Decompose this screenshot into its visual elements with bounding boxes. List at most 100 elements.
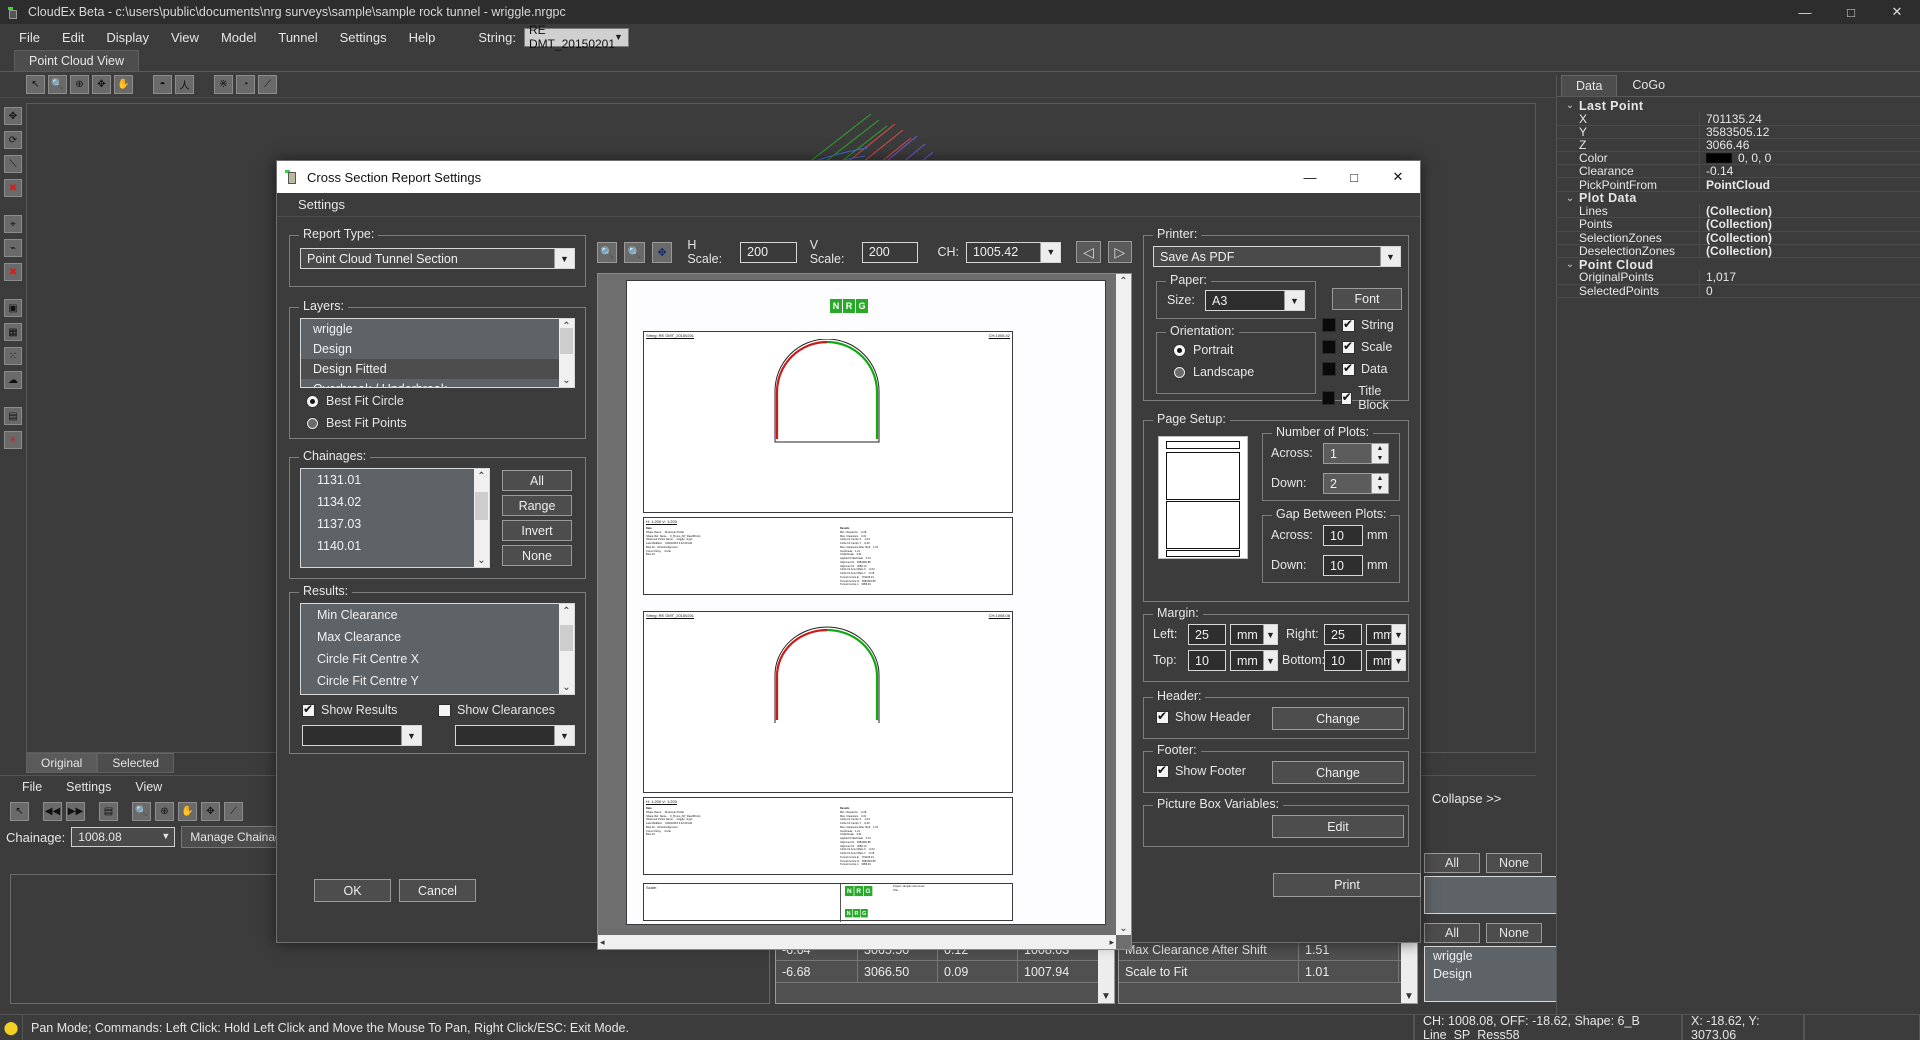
menu-file[interactable]: File <box>8 27 51 48</box>
list-item-overbreak-underbreak[interactable]: Overbreak / Underbreak <box>301 379 574 387</box>
chainages-range-button[interactable]: Range <box>502 495 572 516</box>
dialog-maximize-button[interactable]: □ <box>1332 161 1376 193</box>
scroll-down-icon[interactable]: ⌄ <box>562 373 570 387</box>
chevron-down-icon[interactable]: ⌄ <box>1561 193 1579 204</box>
margin-left-input[interactable]: 25 <box>1188 624 1226 645</box>
next-chainage-button[interactable]: ▷ <box>1107 241 1132 263</box>
dialog-menu-settings[interactable]: Settings <box>287 194 356 215</box>
cancel-button[interactable]: Cancel <box>399 879 476 902</box>
show-footer-checkbox[interactable]: Show Footer <box>1156 763 1246 778</box>
tab-data[interactable]: Data <box>1561 75 1618 96</box>
tab-selected[interactable]: Selected <box>97 753 175 773</box>
zoom-fit-icon[interactable]: ✥ <box>201 801 220 821</box>
stepper-buttons[interactable]: ▲ ▼ <box>1371 444 1388 463</box>
gap-across-input[interactable]: 10 <box>1323 525 1363 546</box>
bottom-menu-settings[interactable]: Settings <box>54 778 123 796</box>
close-button[interactable]: ✕ <box>1874 0 1920 24</box>
best-fit-points-radio[interactable]: Best Fit Points <box>306 416 407 430</box>
minimize-button[interactable]: — <box>1782 0 1828 24</box>
report-preview-pane[interactable]: N R G String: RE DMT_20150201 CH:1005.42 <box>597 273 1132 950</box>
scroll-down-icon[interactable]: ▼ <box>1101 989 1111 1003</box>
title-block-color-swatch[interactable] <box>1322 391 1335 405</box>
results-combo-left[interactable]: ▼ <box>302 725 422 746</box>
tunnel-icon[interactable]: ◓ <box>153 75 172 94</box>
menu-model[interactable]: Model <box>210 27 267 48</box>
scroll-down-icon[interactable]: ⌄ <box>1119 921 1127 935</box>
pan-hand-icon[interactable]: ✋ <box>114 75 133 94</box>
margin-top-unit-combo[interactable]: mm ▼ <box>1230 650 1278 671</box>
scale-checkbox[interactable]: Scale <box>1342 339 1392 354</box>
dialog-close-button[interactable]: ✕ <box>1376 161 1420 193</box>
chevron-down-icon[interactable]: ▼ <box>1284 291 1304 310</box>
chainages-invert-button[interactable]: Invert <box>502 520 572 541</box>
property-row-points[interactable]: Points (Collection) <box>1557 217 1920 232</box>
menu-display[interactable]: Display <box>95 27 160 48</box>
tool-trim-icon[interactable]: ⌁ <box>4 239 22 257</box>
chevron-down-icon[interactable]: ▼ <box>1040 242 1061 262</box>
tool-mesh-icon[interactable]: ▤ <box>4 407 22 425</box>
zoom-in-icon[interactable]: 🔍 <box>597 241 618 263</box>
prev-chainage-icon[interactable]: ◀◀ <box>43 801 62 821</box>
list-item-chainage-1[interactable]: 1131.01 <box>301 469 489 491</box>
chevron-down-icon[interactable]: ▼ <box>1391 651 1405 670</box>
table-row[interactable]: -6.68 3066.50 0.09 1007.94 <box>776 960 1114 983</box>
zoom-out-icon[interactable]: 🔍 <box>132 801 151 821</box>
chevron-down-icon[interactable]: ▼ <box>1263 625 1277 644</box>
font-button[interactable]: Font <box>1332 288 1402 310</box>
tool-cloud-icon[interactable]: ☁ <box>4 371 22 389</box>
show-header-checkbox[interactable]: Show Header <box>1156 709 1251 724</box>
chainages-listbox[interactable]: 1131.01 1134.02 1137.03 1140.01 ⌃ ⌄ <box>300 468 490 568</box>
property-row-originalpoints[interactable]: OriginalPoints 1,017 <box>1557 270 1920 285</box>
results-listbox[interactable]: Min Clearance Max Clearance Circle Fit C… <box>300 603 575 695</box>
property-row-deselectionzones[interactable]: DeselectionZones (Collection) <box>1557 243 1920 258</box>
maximize-button[interactable]: □ <box>1828 0 1874 24</box>
measure-icon[interactable]: ⟋ <box>258 75 277 94</box>
tool-pick-icon[interactable]: ⌖ <box>4 215 22 233</box>
gap-down-input[interactable]: 10 <box>1323 555 1363 576</box>
plots-across-stepper[interactable]: 1 ▲ ▼ <box>1323 443 1389 464</box>
scale-color-swatch[interactable] <box>1322 340 1336 354</box>
string-color-swatch[interactable] <box>1322 318 1336 332</box>
plots-down-stepper[interactable]: 2 ▲ ▼ <box>1323 473 1389 494</box>
zoom-vertical-icon[interactable]: ⊕ <box>155 801 174 821</box>
property-row-z[interactable]: Z 3066.46 <box>1557 137 1920 153</box>
scroll-up-icon[interactable]: ⌃ <box>477 469 485 483</box>
margin-left-unit-combo[interactable]: mm ▼ <box>1230 624 1278 645</box>
layers-scrollbar[interactable]: ⌃ ⌄ <box>559 319 574 387</box>
select-arrow-icon[interactable]: ↖ <box>26 75 45 94</box>
chevron-down-icon[interactable]: ▼ <box>554 726 574 745</box>
chainages-none-button[interactable]: None <box>502 545 572 566</box>
show-clearances-checkbox[interactable]: Show Clearances <box>438 703 555 717</box>
scroll-up-icon[interactable]: ⌃ <box>1119 274 1127 288</box>
ch-combo[interactable]: 1005.42 ▼ <box>965 241 1062 263</box>
h-scale-input[interactable]: 200 <box>740 241 797 263</box>
menu-help[interactable]: Help <box>398 27 447 48</box>
layers-all-button-top[interactable]: All <box>1424 853 1480 873</box>
landscape-radio[interactable]: Landscape <box>1173 365 1254 379</box>
list-item-chainage-2[interactable]: 1134.02 <box>301 491 489 513</box>
dialog-minimize-button[interactable]: — <box>1288 161 1332 193</box>
bottom-select-icon[interactable]: ↖ <box>10 801 29 821</box>
collapse-button[interactable]: Collapse >> <box>1432 791 1501 806</box>
printer-combo[interactable]: Save As PDF ▼ <box>1153 246 1401 267</box>
property-row-lines[interactable]: Lines (Collection) <box>1557 204 1920 219</box>
tool-zone-icon[interactable]: ▣ <box>4 299 22 317</box>
layers-listbox-top[interactable]: ⌃ ⌄ <box>1424 876 1572 914</box>
property-group-last-point[interactable]: ⌄ Last Point <box>1557 99 1920 113</box>
chainage-combo[interactable]: 1008.08 ▼ <box>71 827 176 847</box>
title-block-checkbox[interactable]: Title Block <box>1340 384 1408 412</box>
scroll-left-icon[interactable]: ◂ <box>600 937 605 948</box>
list-item-circle-fit-centre-x[interactable]: Circle Fit Centre X <box>301 648 574 670</box>
margin-right-unit-combo[interactable]: mm ▼ <box>1366 624 1406 645</box>
zoom-dynamic-icon[interactable]: ⊕ <box>70 75 89 94</box>
list-item-design-fitted[interactable]: Design Fitted <box>301 359 574 379</box>
chevron-down-icon[interactable]: ▼ <box>401 726 421 745</box>
stepper-buttons[interactable]: ▲ ▼ <box>1371 474 1388 493</box>
layers-listbox-bottom[interactable]: wriggle Design ⌃ ⌄ <box>1424 946 1572 1002</box>
data-checkbox[interactable]: Data <box>1342 361 1387 376</box>
chainages-scrollbar[interactable]: ⌃ ⌄ <box>474 469 489 567</box>
zoom-window-icon[interactable]: 🔍 <box>48 75 67 94</box>
bottom-menu-file[interactable]: File <box>10 778 54 796</box>
paper-size-combo[interactable]: A3 ▼ <box>1205 290 1305 311</box>
pan-section-icon[interactable]: ✋ <box>178 801 197 821</box>
